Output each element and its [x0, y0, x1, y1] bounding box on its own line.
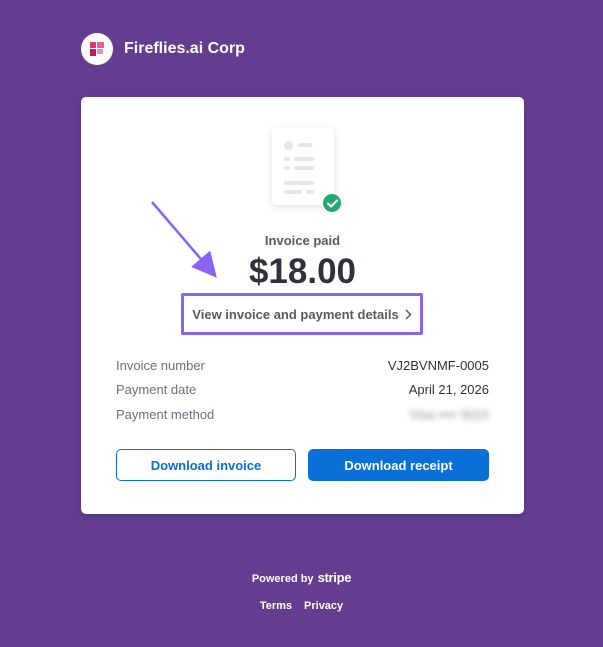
payment-date-label: Payment date [116, 382, 197, 398]
download-invoice-button[interactable]: Download invoice [116, 449, 296, 481]
invoice-number-label: Invoice number [116, 357, 205, 373]
privacy-link[interactable]: Privacy [304, 600, 343, 612]
merchant-name: Fireflies.ai Corp [124, 40, 245, 57]
invoice-amount: $18.00 [248, 252, 357, 291]
view-invoice-details-link[interactable]: View invoice and payment details [181, 293, 423, 335]
invoice-card: Invoice paid $18.00 View invoice and pay… [81, 97, 524, 514]
invoice-status: Invoice paid [264, 233, 341, 248]
payment-date-row: Payment date April 21, 2026 [116, 378, 489, 403]
download-receipt-button[interactable]: Download receipt [308, 449, 489, 481]
payment-method-label: Payment method [116, 406, 215, 422]
footer-links: Terms Privacy [0, 600, 603, 612]
powered-by-label: Powered by [251, 573, 314, 585]
powered-by-stripe[interactable]: Powered by stripe [0, 570, 603, 585]
fireflies-logo-icon [81, 33, 113, 65]
view-invoice-details-label: View invoice and payment details [192, 306, 399, 322]
stripe-logo: stripe [317, 570, 352, 585]
payment-method-row: Payment method Visa •••• 3024 [116, 402, 489, 427]
invoice-number-value: VJ2BVNMF-0005 [387, 357, 489, 373]
payment-method-value: Visa •••• 3024 [409, 406, 489, 422]
invoice-document-icon [266, 119, 356, 219]
merchant-header: Fireflies.ai Corp [81, 33, 245, 65]
invoice-details: Invoice number VJ2BVNMF-0005 Payment dat… [116, 353, 489, 427]
check-icon [321, 192, 343, 214]
invoice-number-row: Invoice number VJ2BVNMF-0005 [116, 353, 489, 378]
terms-link[interactable]: Terms [260, 600, 292, 612]
payment-date-value: April 21, 2026 [408, 382, 489, 398]
chevron-right-icon [405, 308, 412, 320]
